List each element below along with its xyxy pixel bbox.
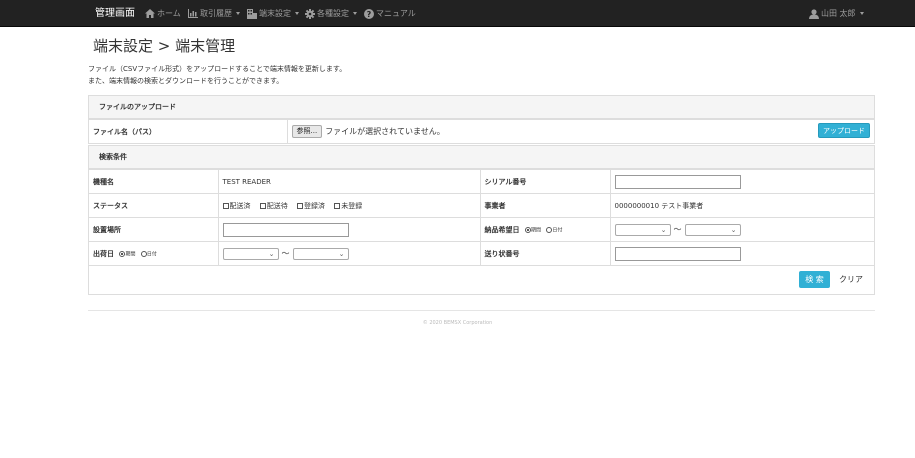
search-row-4: 出荷日 期間 日付 ⌄ 〜 ⌄ 送り状番号 (89, 241, 874, 266)
search-button[interactable]: 検 索 (799, 271, 830, 288)
delivery-date-to-select[interactable]: ⌄ (684, 223, 741, 236)
file-name-label: ファイル名（パス） (89, 119, 288, 144)
nav-home-label: ホーム (157, 9, 181, 18)
file-input-cell: 参照... ファイルが選択されていません。 (286, 119, 874, 144)
footer-divider (88, 310, 875, 311)
tracking-number-input[interactable] (614, 246, 741, 261)
ship-date-radio-label: 日付 (146, 251, 157, 257)
search-row-1: 機種名 TEST READER シリアル番号 (89, 169, 874, 194)
question-icon: ? (364, 8, 374, 19)
delivery-date-from-select[interactable]: ⌄ (614, 223, 671, 236)
serial-number-label: シリアル番号 (479, 169, 611, 194)
delivery-date-label: 納品希望日 (484, 225, 520, 234)
upload-panel: ファイルのアップロード ファイル名（パス） 参照... ファイルが選択されていませ… (88, 95, 875, 144)
top-navbar: 管理画面 ホーム 取引履歴 端末設定 各種設定 ? マニュアル 山田 太郎 (0, 0, 915, 27)
ship-range-radio[interactable] (119, 250, 126, 257)
delivery-range-label: 期間 (530, 227, 541, 233)
status-unregistered-label: 未登録 (341, 201, 363, 210)
nav-home[interactable]: ホーム (145, 0, 181, 27)
building-icon (247, 8, 257, 19)
chevron-down-icon (295, 12, 299, 15)
delivery-range-radio[interactable] (524, 226, 531, 233)
footer-copyright: © 2020 BEMSX Corporation (422, 320, 493, 326)
ship-date-to-select[interactable]: ⌄ (292, 247, 349, 260)
status-label: ステータス (89, 193, 219, 218)
search-row-2: ステータス 配送済 配送待 登録済 未登録 事業者 0000000010 テスト… (89, 193, 874, 218)
ship-date-cell: 出荷日 期間 日付 (89, 241, 219, 266)
brand-link[interactable]: 管理画面 (95, 0, 135, 27)
serial-number-input[interactable] (614, 174, 741, 189)
clear-button[interactable]: クリア (839, 271, 863, 288)
search-conditions-table: 機種名 TEST READER シリアル番号 ステータス 配送済 配送待 登録済… (89, 169, 874, 266)
business-value: 0000000010 テスト事業者 (609, 193, 874, 218)
page-description-line-2: また、端末情報の検索とダウンロードを行うことができます。 (88, 77, 284, 85)
chevron-down-icon (236, 12, 240, 15)
user-icon (809, 8, 819, 19)
search-row-3: 設置場所 納品希望日 期間 日付 ⌄ 〜 ⌄ (89, 217, 874, 242)
range-separator: 〜 (673, 225, 682, 234)
ship-date-radio[interactable] (140, 250, 147, 257)
nav-manual-label: マニュアル (376, 9, 416, 18)
delivery-date-radio-label: 日付 (552, 227, 563, 233)
ship-range-label: 期間 (125, 251, 136, 257)
status-awaiting-label: 配送待 (266, 201, 288, 210)
chevron-down-icon: ⌄ (660, 225, 667, 234)
business-label: 事業者 (479, 193, 611, 218)
nav-terminal-settings[interactable]: 端末設定 (247, 0, 299, 27)
ship-date-from-select[interactable]: ⌄ (222, 247, 279, 260)
chevron-down-icon: ⌄ (730, 225, 737, 234)
delivery-date-range: ⌄ 〜 ⌄ (609, 217, 874, 242)
chevron-down-icon (353, 12, 357, 15)
bar-chart-icon (188, 9, 198, 18)
gear-icon (305, 8, 315, 19)
page-description-line-1: ファイル（CSVファイル形式）をアップロードすることで端末情報を更新します。 (88, 65, 347, 73)
status-checkbox-awaiting[interactable] (259, 202, 266, 209)
upload-row: ファイル名（パス） 参照... ファイルが選択されていません。 アップロード (89, 119, 874, 144)
chevron-down-icon: ⌄ (338, 249, 345, 258)
ship-date-label: 出荷日 (93, 249, 114, 258)
installation-location-label: 設置場所 (89, 217, 219, 242)
nav-various-settings[interactable]: 各種設定 (305, 0, 357, 27)
model-name-label: 機種名 (89, 169, 219, 194)
model-name-value: TEST READER (217, 169, 481, 194)
status-checkbox-registered[interactable] (296, 202, 303, 209)
delivery-date-cell: 納品希望日 期間 日付 (479, 217, 611, 242)
user-name: 山田 太郎 (821, 9, 856, 18)
range-separator: 〜 (281, 249, 290, 258)
nav-history[interactable]: 取引履歴 (188, 0, 240, 27)
nav-history-label: 取引履歴 (200, 9, 232, 18)
delivery-date-radio[interactable] (546, 226, 553, 233)
no-file-selected-text: ファイルが選択されていません。 (325, 127, 445, 136)
upload-panel-heading: ファイルのアップロード (89, 96, 874, 119)
home-icon (145, 9, 155, 18)
chevron-down-icon: ⌄ (268, 249, 275, 258)
search-panel: 検索条件 機種名 TEST READER シリアル番号 ステータス 配送済 配送… (88, 145, 875, 295)
upload-button[interactable]: アップロード (818, 123, 870, 138)
page-title: 端末設定 > 端末管理 (93, 37, 236, 55)
status-checkbox-shipped[interactable] (222, 202, 229, 209)
nav-manual[interactable]: ? マニュアル (364, 0, 416, 27)
status-shipped-label: 配送済 (229, 201, 251, 210)
installation-location-input[interactable] (222, 222, 349, 237)
ship-date-range: ⌄ 〜 ⌄ (217, 241, 481, 266)
chevron-down-icon (859, 12, 864, 15)
search-panel-heading: 検索条件 (89, 146, 874, 169)
nav-terminal-settings-label: 端末設定 (259, 9, 291, 18)
nav-various-settings-label: 各種設定 (317, 9, 349, 18)
tracking-number-label: 送り状番号 (479, 241, 611, 266)
user-menu[interactable]: 山田 太郎 (809, 0, 864, 27)
status-checkbox-unregistered[interactable] (334, 202, 341, 209)
status-checkboxes: 配送済 配送待 登録済 未登録 (217, 193, 481, 218)
browse-button[interactable]: 参照... (291, 125, 323, 138)
svg-text:?: ? (367, 10, 372, 19)
status-registered-label: 登録済 (303, 201, 325, 210)
